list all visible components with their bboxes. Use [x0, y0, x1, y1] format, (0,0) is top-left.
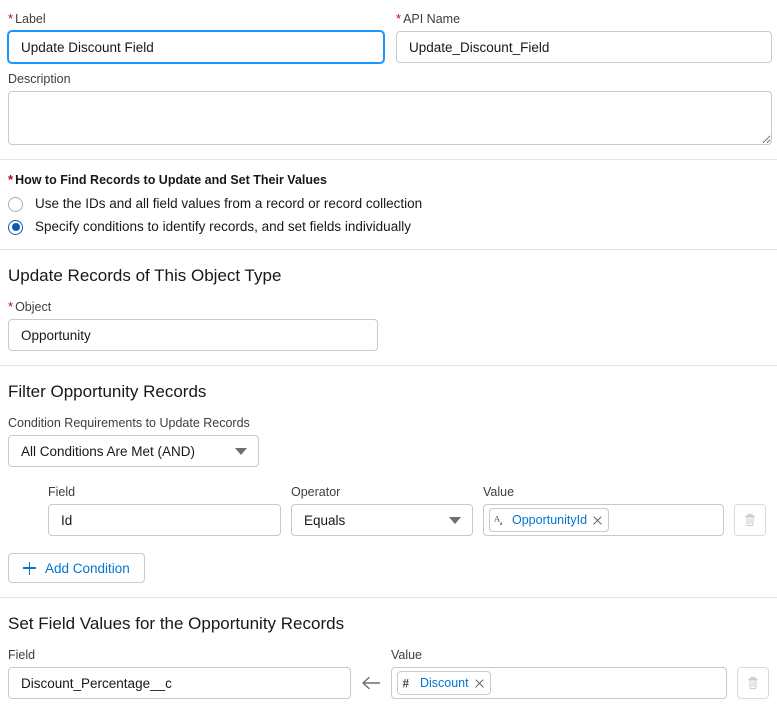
condition-requirements-select[interactable]: All Conditions Are Met (AND) [8, 435, 259, 467]
object-section-heading: Update Records of This Object Type [8, 266, 282, 285]
how-to-find-records-legend: * How to Find Records to Update and Set T… [8, 173, 769, 187]
object-field-label-text: Object [15, 300, 52, 314]
name-fields-row: *Label *API Name [0, 0, 777, 63]
delete-condition-button[interactable] [734, 504, 766, 536]
assignment-rows: Field Value # [0, 634, 777, 699]
assignment-field-group: Field [8, 648, 351, 699]
trash-icon [745, 513, 755, 527]
assignment-value-pill[interactable]: # Discount [396, 671, 491, 695]
set-values-section-heading: Set Field Values for the Opportunity Rec… [8, 614, 345, 633]
assignment-field-label: Field [8, 648, 36, 662]
radio-option-specify-conditions[interactable]: Specify conditions to identify records, … [8, 219, 769, 235]
condition-operator-select[interactable]: Equals [291, 504, 473, 536]
label-field-label-text: Label [15, 12, 46, 26]
close-icon[interactable] [474, 678, 485, 689]
condition-row: Field Operator Equals Value A [48, 485, 769, 536]
condition-value-input[interactable]: A a OpportunityId [483, 504, 724, 536]
assignment-value-input[interactable]: # Discount [390, 667, 727, 699]
condition-value-pill-label: OpportunityId [512, 513, 588, 527]
plus-icon [23, 561, 36, 575]
required-asterisk: * [396, 11, 402, 26]
label-field-group: * Label [8, 12, 384, 63]
required-asterisk: * [8, 299, 14, 314]
assignment-value-label: Value [390, 648, 422, 662]
radio-option-use-ids-label: Use the IDs and all field values from a … [35, 196, 423, 211]
condition-operator-group: Operator Equals [291, 485, 473, 536]
condition-operator-selected-value: Equals [304, 512, 346, 528]
add-condition-wrap: Add Condition [0, 536, 777, 583]
how-to-find-records-legend-text: How to Find Records to Update and Set Th… [15, 173, 327, 187]
radio-option-specify-conditions-label: Specify conditions to identify records, … [35, 219, 411, 234]
condition-rows: Field Operator Equals Value A [0, 467, 777, 536]
assignment-field-input[interactable] [8, 667, 351, 699]
add-condition-button[interactable]: Add Condition [8, 553, 145, 583]
api-name-field-group: * API Name [396, 12, 772, 63]
condition-requirements-group: Condition Requirements to Update Records… [0, 402, 777, 467]
condition-value-pill[interactable]: A a OpportunityId [489, 508, 610, 532]
assignment-value-pill-label: Discount [419, 676, 469, 690]
condition-field-input[interactable] [48, 504, 281, 536]
object-input[interactable] [8, 319, 378, 351]
arrow-left-icon [351, 667, 391, 699]
api-name-field-label-text: API Name [403, 12, 461, 26]
api-name-input[interactable] [396, 31, 772, 63]
svg-text:a: a [500, 520, 503, 527]
text-type-icon: A a [494, 514, 507, 527]
number-type-icon: # [402, 677, 415, 690]
object-field-group: * Object [0, 286, 386, 351]
radio-circle-icon [8, 196, 23, 212]
radio-option-use-ids[interactable]: Use the IDs and all field values from a … [8, 196, 769, 212]
condition-requirements-selected-value: All Conditions Are Met (AND) [21, 443, 196, 459]
assignment-value-group: Value # Discount [390, 648, 727, 699]
description-field-label: Description [8, 72, 71, 86]
required-asterisk: * [8, 172, 14, 187]
how-to-find-records-group: * How to Find Records to Update and Set T… [0, 160, 777, 235]
condition-operator-label: Operator [291, 485, 341, 499]
required-asterisk: * [8, 11, 14, 26]
label-input[interactable] [8, 31, 384, 63]
object-field-label: * Object [8, 300, 378, 314]
label-field-label: * Label [8, 12, 384, 26]
condition-field-label: Field [48, 485, 76, 499]
filter-section-heading: Filter Opportunity Records [8, 382, 207, 401]
api-name-field-label: * API Name [396, 12, 772, 26]
close-icon[interactable] [592, 515, 603, 526]
condition-requirements-label: Condition Requirements to Update Records [8, 416, 250, 430]
radio-circle-selected-icon [8, 219, 23, 235]
chevron-down-icon [449, 517, 461, 524]
condition-field-group: Field [48, 485, 281, 536]
svg-text:#: # [402, 677, 409, 690]
trash-icon [748, 676, 758, 690]
condition-value-label: Value [483, 485, 515, 499]
record-update-editor: *Label *API Name Description *How to Fin… [0, 0, 777, 699]
assignment-row: Field Value # [8, 648, 769, 699]
delete-assignment-button[interactable] [737, 667, 769, 699]
description-field-group: Description [0, 63, 777, 145]
condition-value-group: Value A a OpportunityId [483, 485, 724, 536]
chevron-down-icon [235, 448, 247, 455]
add-condition-button-label: Add Condition [45, 560, 130, 576]
description-textarea[interactable] [8, 91, 772, 145]
